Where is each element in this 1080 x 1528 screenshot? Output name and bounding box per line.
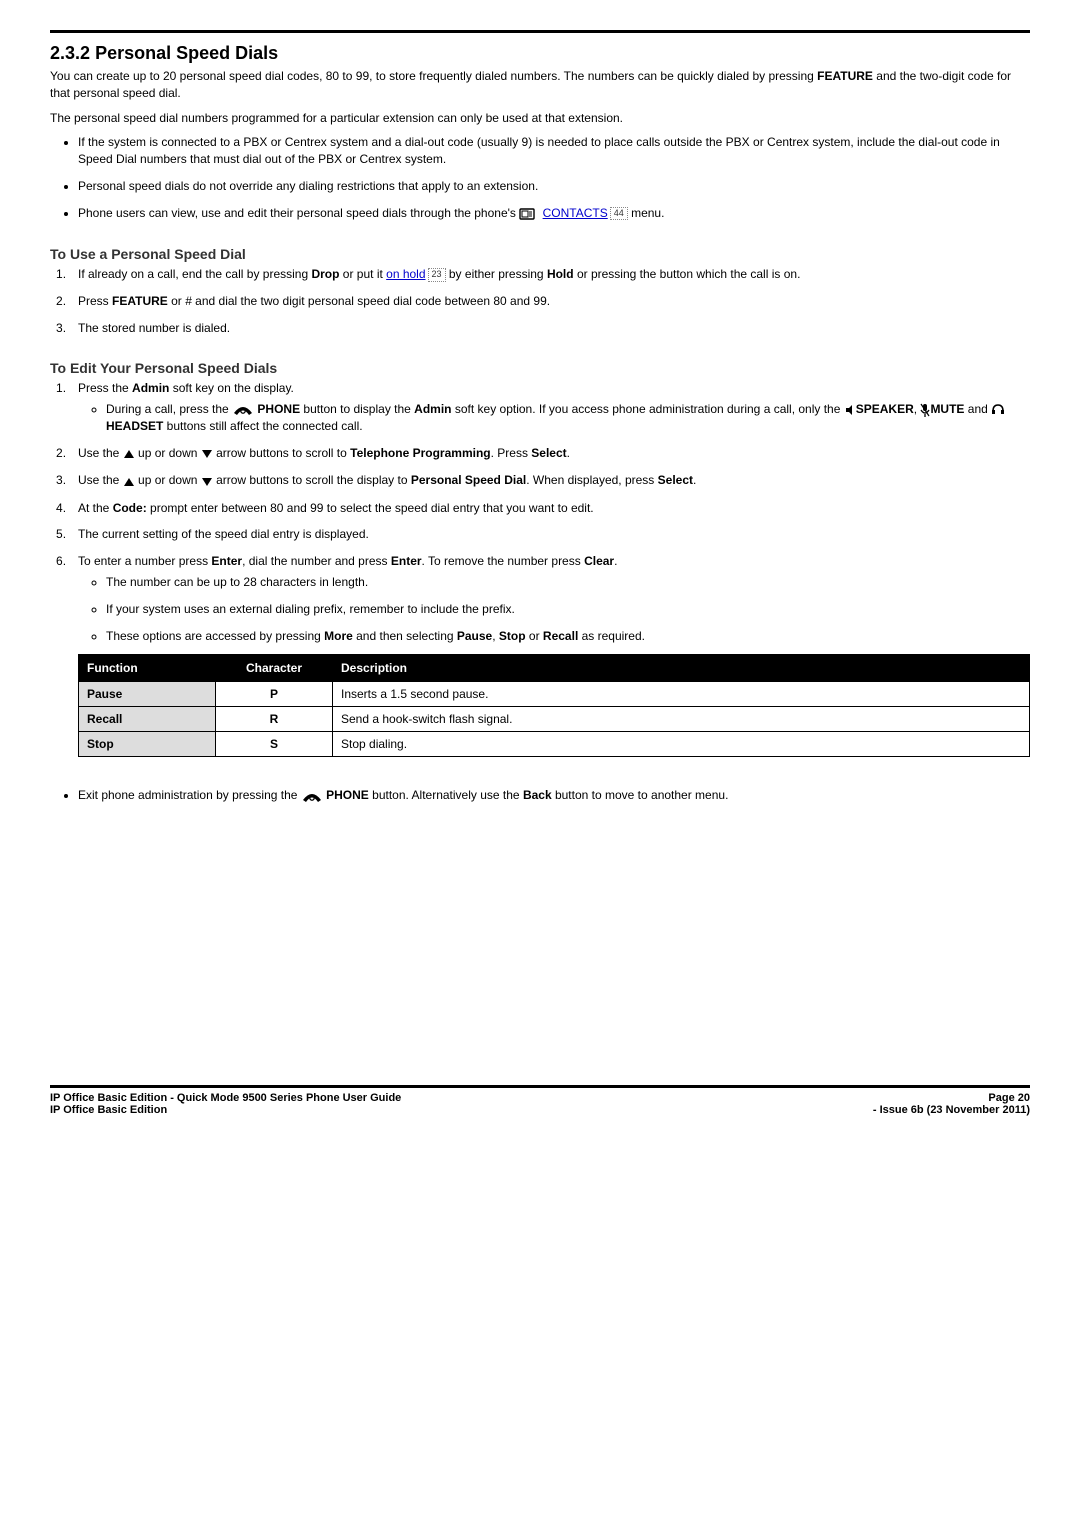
use-heading: To Use a Personal Speed Dial	[50, 246, 1030, 262]
th-description: Description	[333, 655, 1030, 682]
intro-paragraph-2: The personal speed dial numbers programm…	[50, 110, 1030, 127]
edit-step-2: Use the up or down arrow buttons to scro…	[68, 445, 1030, 462]
top-rule	[50, 30, 1030, 33]
section-heading: 2.3.2 Personal Speed Dials	[50, 43, 1030, 64]
edit-step-1-sub: During a call, press the PHONE button to…	[106, 401, 1030, 435]
edit-steps: Press the Admin soft key on the display.…	[50, 380, 1030, 644]
function-table-wrapper: Function Character Description Pause P I…	[78, 654, 1030, 757]
table-row: Pause P Inserts a 1.5 second pause.	[79, 682, 1030, 707]
edit-step-6-sub1: The number can be up to 28 characters in…	[106, 574, 1030, 591]
phone-icon	[301, 788, 323, 805]
contacts-icon	[519, 205, 539, 222]
down-arrow-icon	[201, 473, 213, 490]
section-title-text: Personal Speed Dials	[95, 43, 278, 63]
intro-bullets: If the system is connected to a PBX or C…	[50, 134, 1030, 222]
up-arrow-icon	[123, 446, 135, 463]
use-steps: If already on a call, end the call by pr…	[50, 266, 1030, 336]
contacts-link[interactable]: CONTACTS	[543, 206, 608, 220]
on-hold-link[interactable]: on hold	[386, 267, 425, 281]
table-row: Recall R Send a hook-switch flash signal…	[79, 707, 1030, 732]
th-function: Function	[79, 655, 216, 682]
exit-bullet: Exit phone administration by pressing th…	[78, 787, 1030, 804]
mute-icon	[920, 402, 930, 419]
edit-step-6: To enter a number press Enter, dial the …	[68, 553, 1030, 644]
edit-step-1: Press the Admin soft key on the display.…	[68, 380, 1030, 435]
intro-paragraph-1: You can create up to 20 personal speed d…	[50, 68, 1030, 102]
th-character: Character	[216, 655, 333, 682]
edit-heading: To Edit Your Personal Speed Dials	[50, 360, 1030, 376]
section-number: 2.3.2	[50, 43, 90, 63]
table-row: Stop S Stop dialing.	[79, 732, 1030, 757]
page-footer: IP Office Basic Edition - Quick Mode 950…	[50, 1085, 1030, 1116]
speaker-icon	[844, 402, 856, 419]
on-hold-page-ref: 23	[428, 268, 446, 282]
footer-left: IP Office Basic Edition - Quick Mode 950…	[50, 1092, 401, 1116]
footer-right: Page 20 - Issue 6b (23 November 2011)	[873, 1092, 1030, 1116]
edit-step-6-sub3: These options are accessed by pressing M…	[106, 628, 1030, 645]
contacts-page-ref: 44	[610, 207, 628, 221]
intro-bullet-1: If the system is connected to a PBX or C…	[78, 134, 1030, 168]
edit-step-4: At the Code: prompt enter between 80 and…	[68, 500, 1030, 517]
edit-step-3: Use the up or down arrow buttons to scro…	[68, 472, 1030, 489]
up-arrow-icon	[123, 473, 135, 490]
edit-step-5: The current setting of the speed dial en…	[68, 526, 1030, 543]
use-step-2: Press FEATURE or # and dial the two digi…	[68, 293, 1030, 310]
use-step-3: The stored number is dialed.	[68, 320, 1030, 337]
edit-step-6-sub2: If your system uses an external dialing …	[106, 601, 1030, 618]
function-table: Function Character Description Pause P I…	[78, 654, 1030, 757]
down-arrow-icon	[201, 446, 213, 463]
intro-bullet-2: Personal speed dials do not override any…	[78, 178, 1030, 195]
headset-icon	[991, 402, 1005, 419]
table-header-row: Function Character Description	[79, 655, 1030, 682]
intro-bullet-3: Phone users can view, use and edit their…	[78, 205, 1030, 222]
phone-icon	[232, 402, 254, 419]
use-step-1: If already on a call, end the call by pr…	[68, 266, 1030, 283]
document-page: 2.3.2 Personal Speed Dials You can creat…	[0, 0, 1080, 1126]
exit-bullet-list: Exit phone administration by pressing th…	[50, 787, 1030, 804]
